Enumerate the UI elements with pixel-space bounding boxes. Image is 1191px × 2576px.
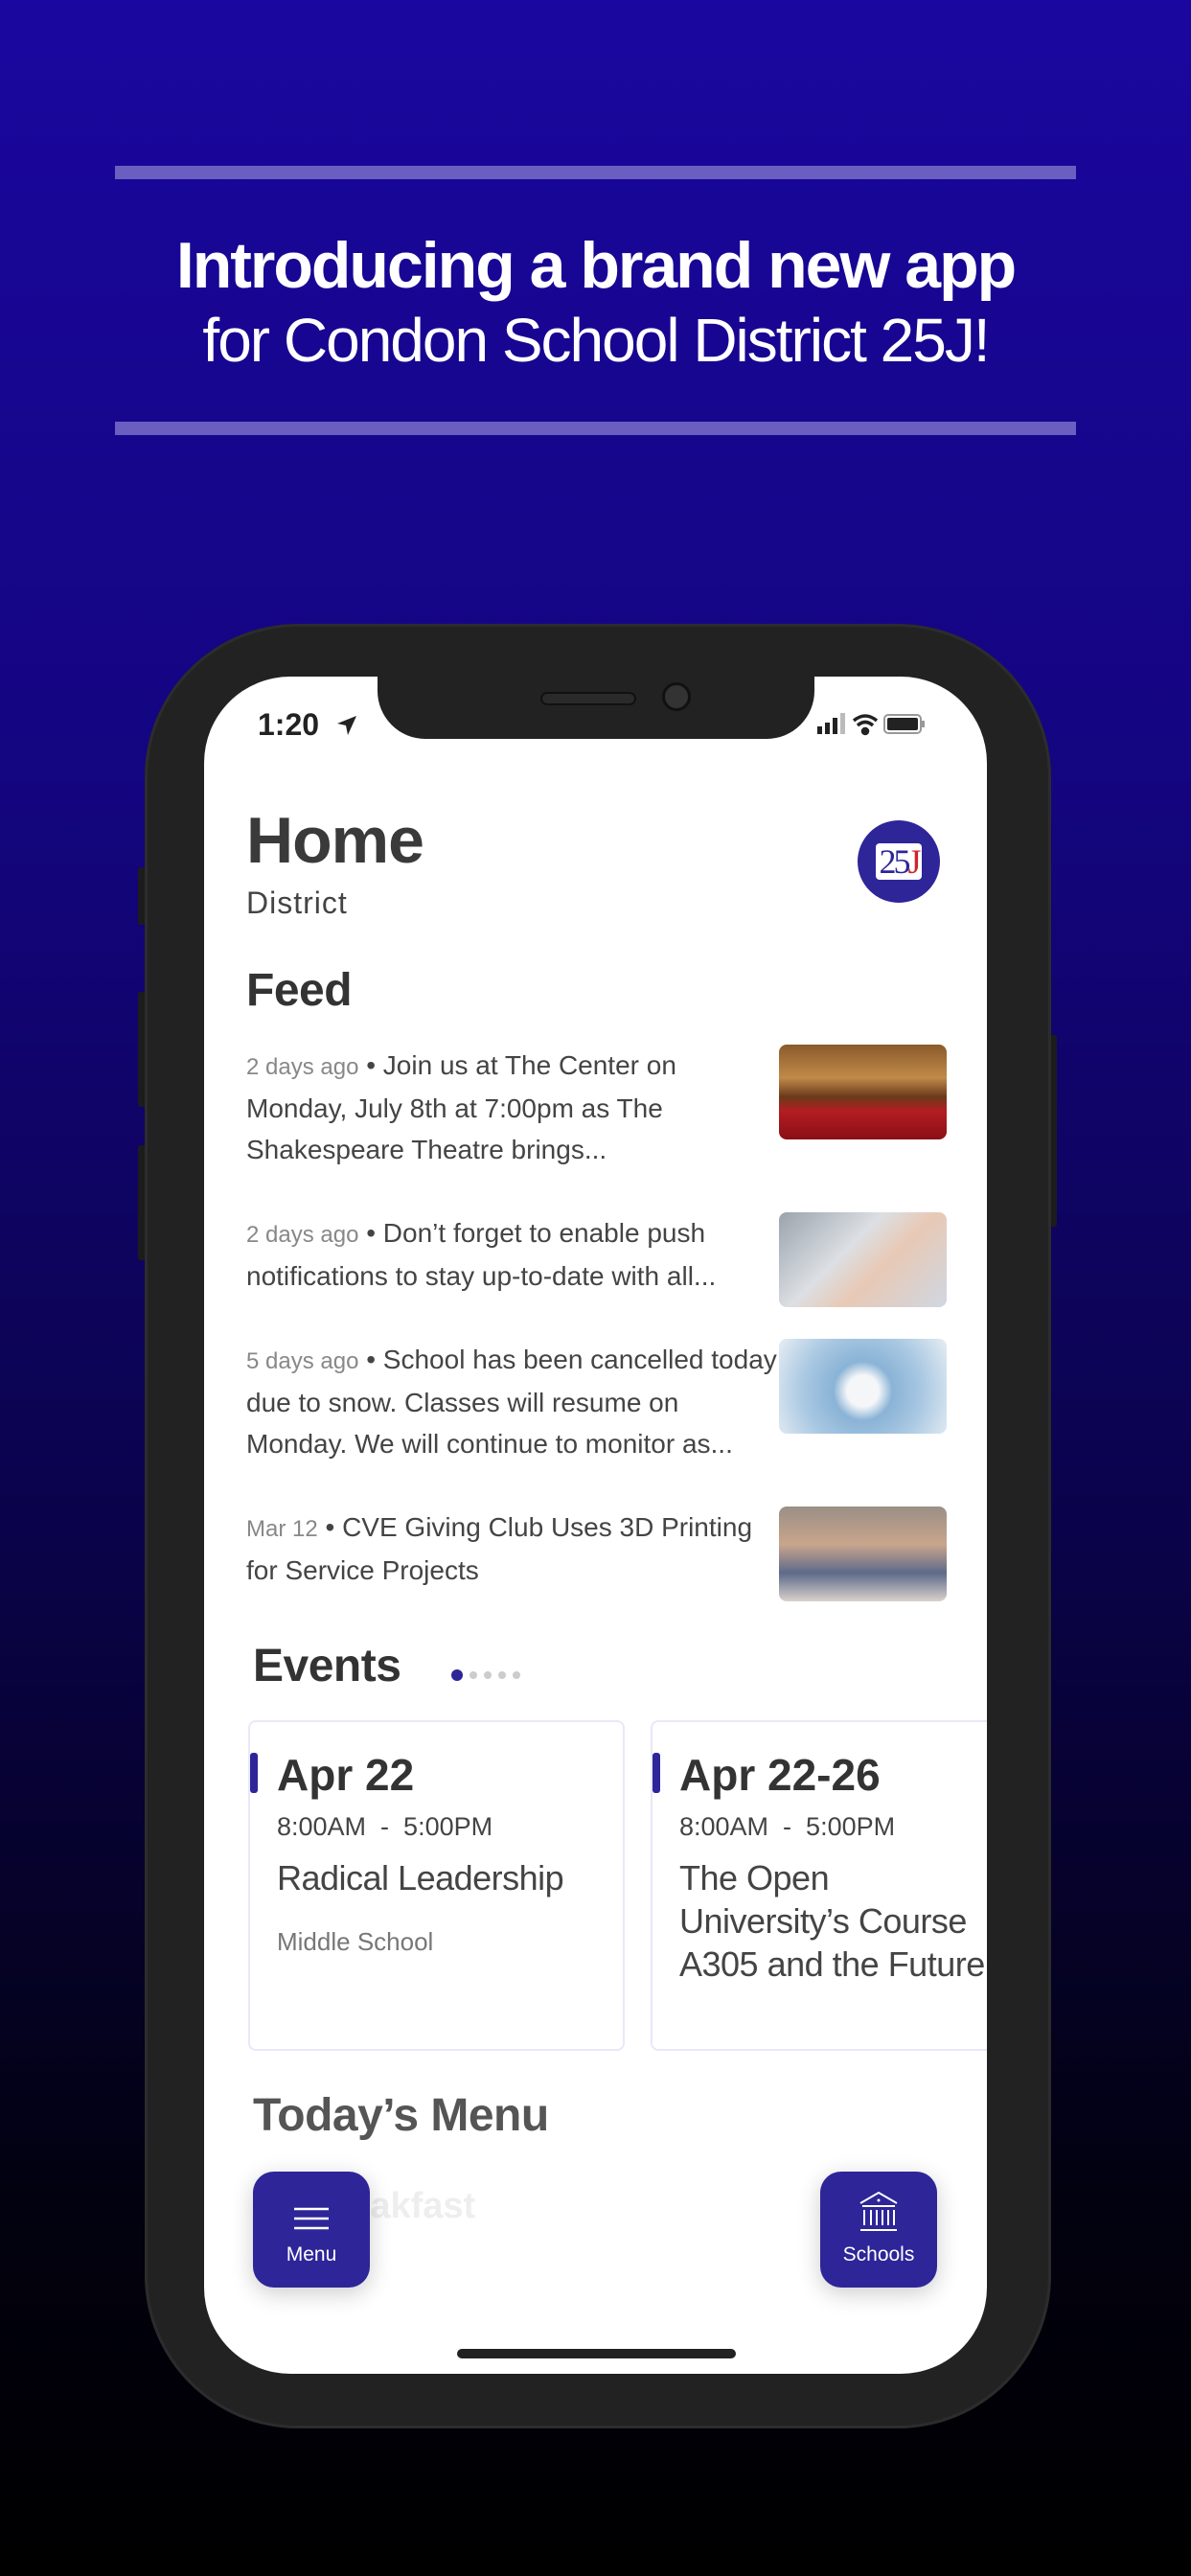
menu-button[interactable]: Menu [253, 2172, 370, 2288]
feed-image-classroom-kids[interactable] [779, 1506, 947, 1601]
event-name: Radical Leadership [277, 1858, 564, 1898]
hamburger-icon [294, 2207, 329, 2230]
feed-item[interactable]: 5 days ago • School has been cancelled t… [246, 1339, 783, 1464]
event-time: 8:00AM - 5:00PM [679, 1812, 896, 1841]
speaker [540, 692, 636, 705]
status-icons [817, 713, 925, 736]
events-page-indicator[interactable] [451, 1669, 520, 1681]
feed-item-date: 2 days ago [246, 1222, 359, 1248]
schools-button-label: Schools [842, 2243, 915, 2266]
camera [662, 682, 691, 711]
divider-top [115, 166, 1076, 179]
feed-image-hand-with-phone[interactable] [779, 1212, 947, 1307]
event-card[interactable]: Apr 22 8:00AM - 5:00PM Radical Leadershi… [248, 1720, 625, 2051]
feed-item[interactable]: 2 days ago • Join us at The Center on Mo… [246, 1045, 783, 1170]
feed-title: Feed [246, 965, 353, 1016]
page-subtitle: District [246, 886, 348, 920]
page-dot[interactable] [484, 1671, 492, 1679]
page-dot-active[interactable] [451, 1669, 463, 1681]
event-date: Apr 22 [277, 1750, 415, 1800]
event-name: The Open University’s Course A305 and th… [679, 1858, 985, 1984]
feed-item[interactable]: 2 days ago • Don’t forget to enable push… [246, 1212, 783, 1297]
event-accent-bar [250, 1753, 258, 1793]
page-dot[interactable] [513, 1671, 520, 1679]
notch [378, 677, 814, 739]
feed-image-snowflake-mittens[interactable] [779, 1339, 947, 1434]
schools-button[interactable]: Schools [820, 2172, 937, 2288]
event-location: Middle School [277, 1927, 434, 1956]
event-date: Apr 22-26 [679, 1750, 881, 1800]
phone-screen: 1:20 Home District 25J Feed 2 days ago •… [204, 677, 987, 2374]
menu-button-label: Menu [286, 2243, 337, 2266]
school-building-icon [859, 2191, 898, 2231]
feed-item-date: 2 days ago [246, 1054, 359, 1080]
todays-menu-title: Today’s Menu [253, 2090, 549, 2141]
home-indicator[interactable] [457, 2349, 736, 2358]
battery-icon [883, 714, 925, 734]
feed-image-theater-seats[interactable] [779, 1045, 947, 1139]
page-title: Home [246, 804, 424, 877]
event-card[interactable]: Apr 22-26 8:00AM - 5:00PM The Open Unive… [651, 1720, 987, 2051]
promo-headline: Introducing a brand new app [175, 229, 1017, 302]
promo-subheadline: for Condon School District 25J! [202, 306, 990, 375]
divider-bottom [115, 422, 1076, 435]
signal-icon [817, 713, 845, 734]
feed-item-date: 5 days ago [246, 1348, 359, 1374]
page-dot[interactable] [498, 1671, 506, 1679]
event-accent-bar [653, 1753, 660, 1793]
event-time: 8:00AM - 5:00PM [277, 1812, 493, 1841]
feed-item-date: Mar 12 [246, 1516, 318, 1542]
wifi-icon [852, 714, 879, 736]
feed-item-text: CVE Giving Club Uses 3D Printing for Ser… [246, 1512, 753, 1585]
status-time: 1:20 [258, 707, 358, 743]
feed-item[interactable]: Mar 12 • CVE Giving Club Uses 3D Printin… [246, 1506, 783, 1591]
location-arrow-icon [336, 716, 356, 735]
events-title: Events [253, 1641, 401, 1691]
page-dot[interactable] [470, 1671, 477, 1679]
district-logo[interactable]: 25J [858, 820, 940, 903]
